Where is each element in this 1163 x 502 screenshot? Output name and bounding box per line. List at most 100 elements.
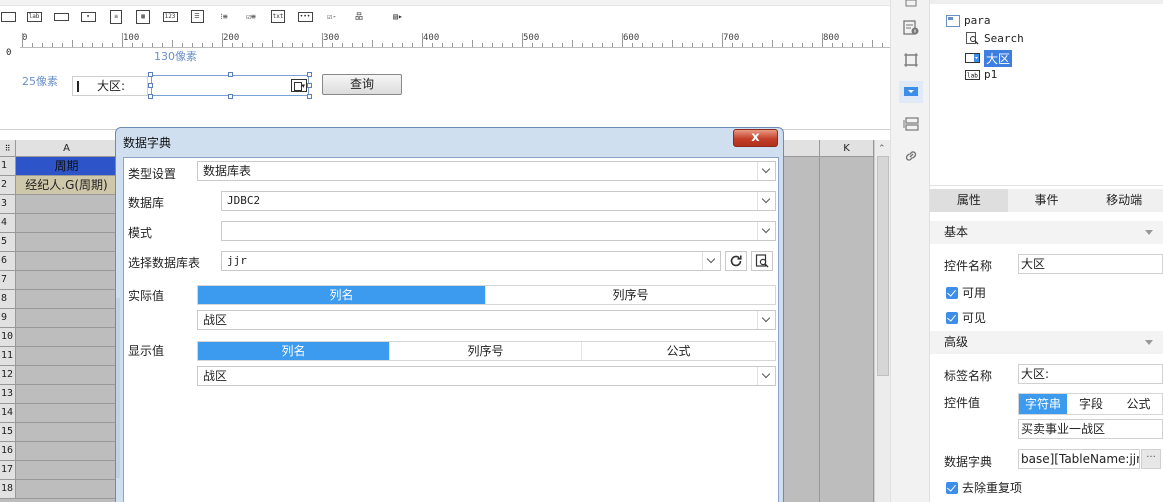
row-header[interactable]: 13 [0,385,16,404]
widget-name-input[interactable]: 大区 [1018,254,1163,274]
tree-item-search[interactable]: Search [965,32,1024,45]
row-header[interactable]: 17 [0,461,16,480]
select-all-corner[interactable]: ⠿ [0,140,16,157]
display-tab-column-name[interactable]: 列名 [198,342,390,360]
text-editor-widget-icon[interactable]: txt [270,9,286,24]
resize-handle[interactable] [307,94,312,99]
resize-handle[interactable] [148,94,153,99]
column-k-cells[interactable] [820,157,874,502]
frame-widget-icon[interactable] [0,9,16,24]
sheet-vertical-scrollbar[interactable]: ⌃ [874,140,890,502]
report-info-icon[interactable] [903,20,919,36]
column-header-k[interactable]: K [820,140,874,157]
cell-a2[interactable]: 经纪人.G(周期) [16,176,118,195]
label-name-input[interactable]: 大区: [1018,364,1163,384]
cell-a4[interactable] [16,214,118,233]
label-widget-icon[interactable]: lab [26,9,42,24]
more-options-button[interactable]: ··· [1141,449,1161,469]
cell-a5[interactable] [16,233,118,252]
widget-settings-icon[interactable] [899,81,923,103]
cell-a1[interactable]: 周期 [16,157,118,176]
label-widget[interactable]: 大区: [72,76,148,96]
cell-a17[interactable] [16,461,118,480]
column-header-j[interactable] [784,140,820,157]
cell-a7[interactable] [16,271,118,290]
value-tab-string[interactable]: 字符串 [1019,394,1067,414]
resize-handle[interactable] [307,83,312,88]
preview-icon[interactable] [751,251,773,271]
scroll-up-icon[interactable]: ⌃ [878,144,886,154]
visible-checkbox[interactable]: 可见 [946,309,986,326]
tree-root[interactable]: para [945,14,991,27]
list-widget-icon[interactable]: ≡ [108,9,124,24]
query-button[interactable]: 查询 [322,74,402,95]
date-widget-icon[interactable]: ▦ [135,9,151,24]
row-header[interactable]: 7 [0,271,16,290]
type-select[interactable]: 数据库表 [197,161,776,181]
frame-icon[interactable] [903,52,919,68]
row-header[interactable]: 4 [0,214,16,233]
row-header[interactable]: 15 [0,423,16,442]
tab-events[interactable]: 事件 [1008,189,1086,212]
more-widgets-icon[interactable]: ▤▸ [385,9,411,24]
resize-handle[interactable] [307,72,312,77]
dedupe-checkbox[interactable]: 去除重复项 [946,479,1022,496]
text-area-widget-icon[interactable]: ☰ [189,9,205,24]
enabled-checkbox[interactable]: 可用 [946,284,986,301]
resize-handle[interactable] [228,72,233,77]
value-tab-field[interactable]: 字段 [1067,394,1115,414]
value-tab-formula[interactable]: 公式 [1115,394,1162,414]
schema-select[interactable] [221,221,776,241]
tab-properties[interactable]: 属性 [930,189,1008,212]
radio-group-widget-icon[interactable]: ⁝≡ [216,9,232,24]
data-dict-input[interactable]: base][TableName:jjr] [1018,449,1140,469]
column-j-cells[interactable] [784,157,820,502]
row-header[interactable]: 6 [0,252,16,271]
cell-a11[interactable] [16,347,118,366]
row-header[interactable]: 16 [0,442,16,461]
actual-tab-column-name[interactable]: 列名 [198,286,486,304]
actual-value-select[interactable]: 战区 [197,310,776,330]
row-header[interactable]: 1 [0,157,16,176]
cell-a12[interactable] [16,366,118,385]
multi-select-widget-icon[interactable]: ••• [297,9,313,24]
row-header[interactable]: 5 [0,233,16,252]
resize-handle[interactable] [148,72,153,77]
table-select[interactable]: jjr [221,251,721,271]
cell-a3[interactable] [16,195,118,214]
database-select[interactable]: JDBC2 [221,191,776,211]
cell-a10[interactable] [16,328,118,347]
display-tab-formula[interactable]: 公式 [582,342,775,360]
row-header[interactable]: 2 [0,176,16,195]
widget-lib-icon[interactable] [903,0,919,8]
cell-a16[interactable] [16,442,118,461]
row-header[interactable]: 9 [0,309,16,328]
section-advanced[interactable]: 高级 [930,331,1163,354]
cell-a6[interactable] [16,252,118,271]
row-header[interactable]: 11 [0,347,16,366]
number-widget-icon[interactable]: 123 [162,9,178,24]
column-header-a[interactable]: A [16,140,118,157]
region-combo-widget[interactable]: ▾ [151,75,309,96]
row-header[interactable]: 14 [0,404,16,423]
checkbox-widget-icon[interactable]: ☑- [324,9,340,24]
cell-a9[interactable] [16,309,118,328]
cell-a8[interactable] [16,290,118,309]
display-tab-column-index[interactable]: 列序号 [390,342,582,360]
text-field-widget-icon[interactable] [53,9,69,24]
widget-value-input[interactable]: 买卖事业一战区 [1018,419,1163,439]
refresh-icon[interactable] [725,251,747,271]
cell-a14[interactable] [16,404,118,423]
cell-a18[interactable] [16,480,118,499]
display-value-select[interactable]: 战区 [197,366,776,386]
cell-a15[interactable] [16,423,118,442]
resize-handle[interactable] [228,94,233,99]
resize-handle[interactable] [148,83,153,88]
combo-widget-icon[interactable]: ▾ [80,9,96,24]
parameter-designer[interactable]: 0 100 200 300 400 500 600 700 800 0 130像… [0,33,890,130]
row-header[interactable]: 8 [0,290,16,309]
tree-widget-icon[interactable]: 品 [351,9,367,24]
layers-icon[interactable] [903,116,919,132]
scroll-thumb[interactable] [877,156,889,376]
tab-mobile[interactable]: 移动端 [1085,189,1163,212]
